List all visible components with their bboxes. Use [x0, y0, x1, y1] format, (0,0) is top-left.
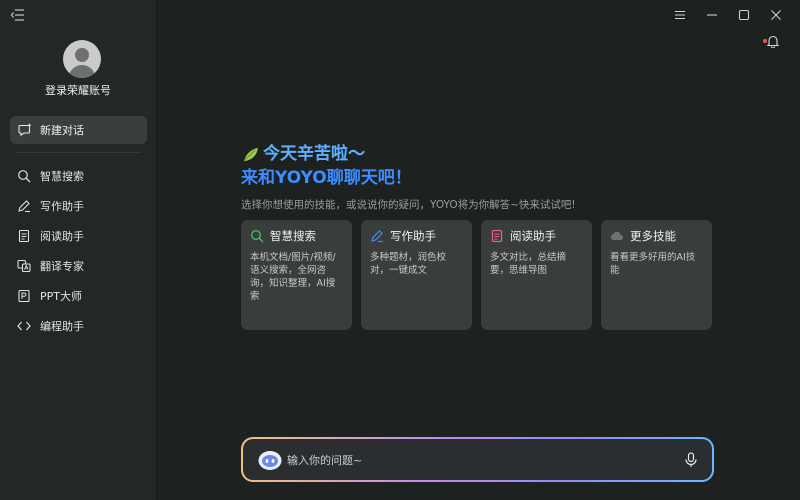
search-icon	[17, 169, 31, 183]
card-description: 多文对比，总结摘要，思维导图	[490, 252, 567, 276]
card-title: 更多技能	[630, 229, 676, 243]
sidebar-item-translate[interactable]: 翻译专家	[10, 251, 147, 281]
sidebar-item-label: PPT大师	[40, 290, 82, 303]
pen-icon	[370, 229, 384, 243]
sidebar-item-label: 编程助手	[40, 320, 84, 333]
code-icon	[17, 319, 31, 333]
sidebar-item-reading[interactable]: 阅读助手	[10, 221, 147, 251]
greeting: 今天辛苦啦～ 来和YOYO聊聊天吧！	[241, 143, 412, 190]
window-controls	[664, 6, 792, 24]
skill-card-smart-search[interactable]: 智慧搜索 本机文档/图片/视频/语义搜索，全网咨询，知识整理，AI搜索	[241, 220, 352, 330]
skill-card-writing[interactable]: 写作助手 多种题材，润色校对，一键成文	[361, 220, 472, 330]
translate-icon	[17, 259, 31, 273]
card-title: 智慧搜索	[270, 229, 316, 243]
sidebar-nav: 智慧搜索 写作助手 阅读助手 翻译专家 PPT大师 编程助手	[10, 161, 147, 341]
close-icon	[771, 10, 781, 20]
bell-icon[interactable]	[766, 34, 780, 48]
pen-icon	[17, 199, 31, 213]
sidebar-item-label: 阅读助手	[40, 230, 84, 243]
yoyo-robot-icon	[257, 449, 283, 471]
menu-icon	[675, 10, 685, 20]
card-description: 多种题材，润色校对，一键成文	[370, 252, 447, 276]
chat-input[interactable]: 输入你的问题~	[287, 452, 684, 468]
sidebar-item-label: 翻译专家	[40, 260, 84, 273]
card-description: 看看更多好用的AI技能	[610, 252, 696, 276]
document-icon	[490, 229, 504, 243]
avatar[interactable]	[63, 40, 101, 78]
greeting-line-1: 今天辛苦啦～	[263, 144, 365, 164]
new-chat-icon	[18, 123, 32, 137]
microphone-icon[interactable]	[684, 451, 698, 468]
sidebar-divider	[15, 152, 141, 153]
card-title: 写作助手	[390, 229, 436, 243]
sidebar: 登录荣耀账号 新建对话 智慧搜索 写作助手 阅读助手 翻译专家 PPT大师 编程…	[0, 0, 157, 500]
sidebar-item-smart-search[interactable]: 智慧搜索	[10, 161, 147, 191]
skill-card-more[interactable]: 更多技能 看看更多好用的AI技能	[601, 220, 712, 330]
sidebar-item-label: 智慧搜索	[40, 170, 84, 183]
leaf-icon	[241, 144, 261, 164]
close-button[interactable]	[760, 6, 792, 24]
skill-card-reading[interactable]: 阅读助手 多文对比，总结摘要，思维导图	[481, 220, 592, 330]
chat-input-bar: 输入你的问题~	[241, 437, 714, 482]
minimize-button[interactable]	[696, 6, 728, 24]
new-chat-label: 新建对话	[40, 124, 84, 137]
menu-button[interactable]	[664, 6, 696, 24]
subtitle: 选择你想使用的技能，或说说你的疑问，YOYO将为你解答~快来试试吧!	[241, 199, 576, 211]
sidebar-collapse-icon[interactable]	[10, 8, 26, 22]
sidebar-item-writing[interactable]: 写作助手	[10, 191, 147, 221]
sidebar-item-label: 写作助手	[40, 200, 84, 213]
minimize-icon	[707, 14, 717, 16]
skill-cards: 智慧搜索 本机文档/图片/视频/语义搜索，全网咨询，知识整理，AI搜索 写作助手…	[241, 220, 712, 330]
card-description: 本机文档/图片/视频/语义搜索，全网咨询，知识整理，AI搜索	[250, 252, 336, 302]
ppt-icon	[17, 289, 31, 303]
document-icon	[17, 229, 31, 243]
search-icon	[250, 229, 264, 243]
cloud-icon	[610, 229, 624, 243]
account-login-label[interactable]: 登录荣耀账号	[0, 82, 156, 98]
greeting-line-2: 来和YOYO聊聊天吧！	[241, 168, 412, 188]
card-title: 阅读助手	[510, 229, 556, 243]
sidebar-item-ppt[interactable]: PPT大师	[10, 281, 147, 311]
sidebar-item-coding[interactable]: 编程助手	[10, 311, 147, 341]
maximize-icon	[738, 9, 750, 21]
new-chat-button[interactable]: 新建对话	[10, 116, 147, 144]
maximize-button[interactable]	[728, 6, 760, 24]
